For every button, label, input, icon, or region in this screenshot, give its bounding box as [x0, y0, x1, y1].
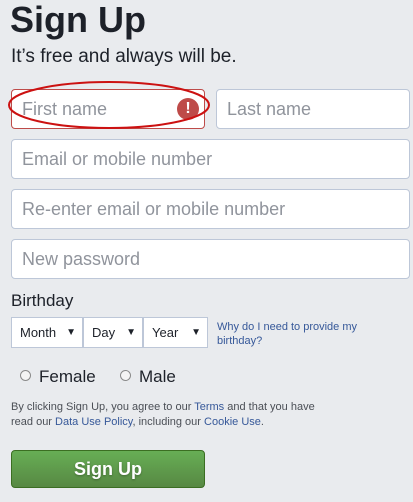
male-label[interactable]: Male: [139, 366, 176, 388]
page-subtitle: It’s free and always will be.: [11, 46, 237, 67]
sign-up-button[interactable]: Sign Up: [11, 450, 205, 488]
male-radio[interactable]: [120, 369, 131, 381]
email-confirm-input[interactable]: [11, 189, 410, 229]
new-password-input[interactable]: [11, 239, 410, 279]
last-name-input[interactable]: [216, 89, 410, 129]
female-radio[interactable]: [20, 369, 31, 381]
birthday-help-link[interactable]: Why do I need to provide my birthday?: [217, 320, 397, 348]
gender-male-option[interactable]: Male: [120, 366, 176, 388]
first-name-wrapper: !: [11, 89, 205, 129]
month-select[interactable]: Month ▼: [11, 317, 83, 348]
terms-middle-2: , including our: [132, 416, 205, 428]
birthday-label: Birthday: [11, 291, 74, 310]
chevron-down-icon: ▼: [191, 327, 201, 338]
month-select-value: Month: [20, 325, 57, 340]
day-select[interactable]: Day ▼: [83, 317, 143, 348]
terms-suffix: .: [260, 416, 264, 428]
chevron-down-icon: ▼: [66, 327, 76, 338]
terms-text: By clicking Sign Up, you agree to our Te…: [11, 400, 331, 430]
gender-female-option[interactable]: Female: [20, 366, 96, 388]
cookie-use-link[interactable]: Cookie Use: [204, 416, 261, 428]
terms-prefix: By clicking Sign Up, you agree to our: [11, 401, 195, 413]
data-use-policy-link[interactable]: Data Use Policy: [55, 416, 132, 428]
chevron-down-icon: ▼: [126, 327, 136, 338]
page-title: Sign Up: [10, 0, 146, 40]
first-name-input[interactable]: [11, 89, 205, 129]
day-select-value: Day: [92, 325, 116, 340]
year-select-value: Year: [152, 325, 179, 340]
year-select[interactable]: Year ▼: [143, 317, 208, 348]
exclamation-icon: !: [177, 98, 199, 120]
terms-link[interactable]: Terms: [194, 401, 224, 413]
female-label[interactable]: Female: [39, 366, 96, 388]
email-input[interactable]: [11, 139, 410, 179]
